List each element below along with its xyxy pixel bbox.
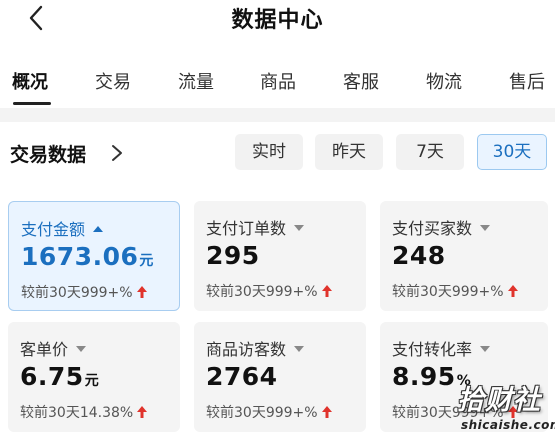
range-30days-button[interactable]: 30天 bbox=[477, 134, 547, 170]
trend-up-arrow-icon bbox=[136, 286, 147, 298]
tab-trade[interactable]: 交易 bbox=[95, 68, 131, 94]
metric-value: 248 bbox=[392, 241, 446, 270]
metric-compare: 较前30天14.38% bbox=[20, 402, 148, 422]
metric-card-payment-amount[interactable]: 支付金额 1673.06元 较前30天999+% bbox=[8, 201, 180, 311]
chevron-right-icon[interactable] bbox=[108, 142, 126, 164]
metric-label: 支付转化率 bbox=[392, 336, 491, 360]
tab-products[interactable]: 商品 bbox=[260, 68, 296, 94]
metric-value: 1673.06元 bbox=[21, 242, 154, 271]
section-divider bbox=[0, 108, 555, 122]
range-7days-button[interactable]: 7天 bbox=[396, 134, 464, 170]
watermark-url: shicaishe.com bbox=[461, 418, 555, 432]
trend-up-arrow-icon bbox=[507, 285, 518, 297]
metric-label: 支付订单数 bbox=[206, 215, 305, 239]
metric-label: 支付金额 bbox=[21, 216, 104, 240]
caret-down-icon bbox=[480, 224, 491, 231]
metric-label: 商品访客数 bbox=[206, 336, 305, 360]
trade-data-header: 交易数据 实时 昨天 7天 30天 bbox=[0, 122, 555, 188]
watermark-logo-text: 拾财社 bbox=[457, 385, 541, 416]
top-bar: 数据中心 bbox=[0, 0, 555, 40]
tab-customer-service[interactable]: 客服 bbox=[343, 68, 379, 94]
active-tab-indicator bbox=[13, 102, 51, 105]
tab-overview[interactable]: 概况 bbox=[12, 68, 48, 94]
trend-up-arrow-icon bbox=[321, 285, 332, 297]
caret-down-icon bbox=[294, 345, 305, 352]
metric-compare: 较前30天999+% bbox=[206, 402, 332, 422]
metric-card-avg-order-value[interactable]: 客单价 6.75元 较前30天14.38% bbox=[8, 322, 180, 432]
metric-compare: 较前30天999+% bbox=[21, 282, 147, 302]
caret-up-icon bbox=[93, 225, 104, 232]
tab-logistics[interactable]: 物流 bbox=[426, 68, 462, 94]
trend-up-arrow-icon bbox=[137, 406, 148, 418]
tab-after-sales[interactable]: 售后 bbox=[509, 68, 545, 94]
metric-card-order-count[interactable]: 支付订单数 295 较前30天999+% bbox=[194, 201, 366, 311]
metric-compare: 较前30天999+% bbox=[392, 281, 518, 301]
caret-down-icon bbox=[480, 345, 491, 352]
metric-value: 2764 bbox=[206, 362, 278, 391]
metric-compare: 较前30天999+% bbox=[206, 281, 332, 301]
metric-card-buyer-count[interactable]: 支付买家数 248 较前30天999+% bbox=[380, 201, 548, 311]
metric-card-product-visitors[interactable]: 商品访客数 2764 较前30天999+% bbox=[194, 322, 366, 432]
metric-value: 295 bbox=[206, 241, 260, 270]
range-yesterday-button[interactable]: 昨天 bbox=[315, 134, 383, 170]
tab-traffic[interactable]: 流量 bbox=[178, 68, 214, 94]
tab-bar: 概况 交易 流量 商品 客服 物流 售后 bbox=[0, 58, 555, 108]
watermark: 拾财社 shicaishe.com bbox=[455, 378, 555, 440]
caret-down-icon bbox=[294, 224, 305, 231]
metric-value: 6.75元 bbox=[20, 362, 99, 391]
metric-label: 支付买家数 bbox=[392, 215, 491, 239]
metric-label: 客单价 bbox=[20, 336, 87, 360]
range-realtime-button[interactable]: 实时 bbox=[235, 134, 303, 170]
page-title: 数据中心 bbox=[231, 8, 324, 33]
section-title[interactable]: 交易数据 bbox=[10, 140, 86, 167]
trend-up-arrow-icon bbox=[321, 406, 332, 418]
caret-down-icon bbox=[76, 345, 87, 352]
